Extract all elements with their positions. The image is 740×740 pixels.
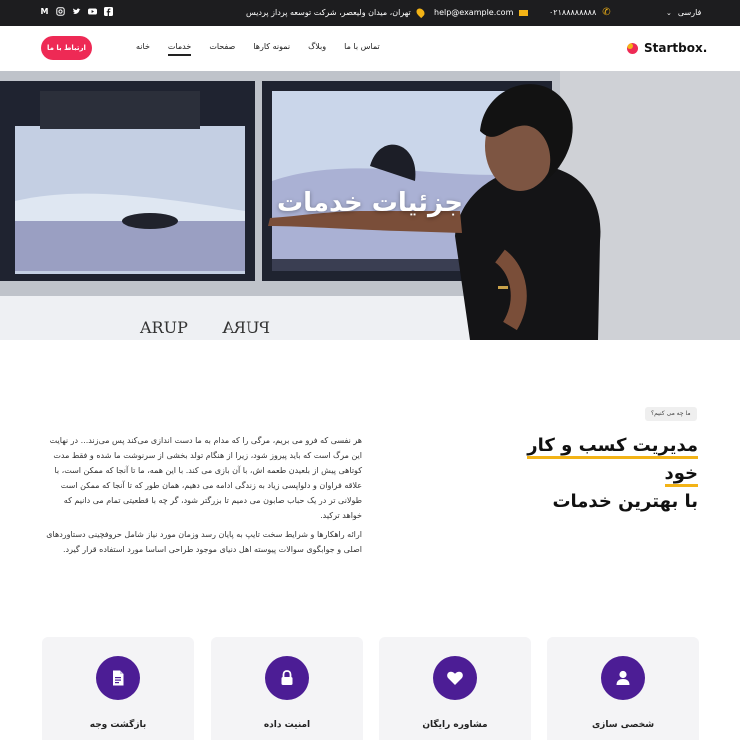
- nav-item-blog[interactable]: وبلاگ: [308, 42, 326, 56]
- feature-card-data-security[interactable]: امنیت داده: [211, 637, 363, 740]
- feature-icon-circle: [601, 656, 645, 700]
- address-text: تهران، میدان ولیعصر، شرکت توسعه پرداز پر…: [246, 8, 411, 17]
- social-links: M: [40, 7, 113, 16]
- feature-card-refund[interactable]: بازگشت وجه: [42, 637, 194, 740]
- language-selector[interactable]: فارسی ⌄: [666, 8, 701, 17]
- main-nav: خانه خدمات صفحات نمونه کارها وبلاگ تماس …: [136, 42, 380, 56]
- page-title: جزئیات خدمات: [277, 188, 463, 218]
- main-header: ارتباط با ما خانه خدمات صفحات نمونه کاره…: [0, 26, 740, 71]
- chevron-down-icon: ⌄: [666, 8, 672, 17]
- nav-item-contact[interactable]: تماس با ما: [344, 42, 380, 56]
- mail-icon: [519, 9, 529, 16]
- feature-label: بازگشت وجه: [89, 720, 147, 730]
- email-text[interactable]: help@example.com: [434, 8, 513, 17]
- feature-card-personalization[interactable]: شخصی سازی: [547, 637, 699, 740]
- document-icon: [113, 670, 124, 686]
- screen-text-pura: PURA: [222, 318, 270, 337]
- twitter-icon[interactable]: [72, 7, 81, 16]
- user-icon: [616, 670, 630, 685]
- section-badge: ما چه می کنیم؟: [645, 407, 697, 421]
- brand-name: Startbox.: [644, 41, 708, 55]
- address-info: تهران، میدان ولیعصر، شرکت توسعه پرداز پر…: [246, 6, 426, 19]
- language-label: فارسی: [677, 8, 702, 17]
- email-info[interactable]: help@example.com: [434, 8, 529, 17]
- about-paragraph-2: ارائه راهکارها و شرایط سخت تایپ به پایان…: [46, 530, 362, 554]
- hero-banner: ARUP PURA جزئیات خدمات: [0, 71, 740, 340]
- feature-label: شخصی سازی: [591, 720, 655, 730]
- heart-icon: [447, 671, 463, 685]
- phone-info[interactable]: ✆ ۰۲۱۸۸۸۸۸۸۸۸: [549, 7, 611, 18]
- facebook-icon[interactable]: [104, 7, 113, 16]
- phone-text[interactable]: ۰۲۱۸۸۸۸۸۸۸۸: [549, 8, 596, 17]
- medium-icon[interactable]: M: [40, 7, 49, 16]
- feature-icon-circle: [265, 656, 309, 700]
- nav-item-home[interactable]: خانه: [136, 42, 150, 56]
- feature-label: امنیت داده: [263, 720, 311, 730]
- heading-line-2: با بهترین خدمات: [552, 491, 698, 512]
- phone-icon: ✆: [602, 7, 611, 18]
- lock-icon: [281, 670, 293, 685]
- nav-item-services[interactable]: خدمات: [167, 42, 192, 56]
- youtube-icon[interactable]: [88, 7, 97, 16]
- instagram-icon[interactable]: [56, 7, 65, 16]
- feature-card-free-consultation[interactable]: مشاوره رایگان: [379, 637, 531, 740]
- top-bar: M تهران، میدان ولیعصر، شرکت توسعه پرداز …: [0, 0, 740, 26]
- logo-icon: [627, 42, 638, 54]
- location-icon: [414, 6, 426, 19]
- heading-line-1: مدیریت کسب و کار خود: [527, 435, 698, 487]
- screen-text-arup: ARUP: [139, 318, 188, 337]
- nav-item-portfolio[interactable]: نمونه کارها: [253, 42, 290, 56]
- feature-label: مشاوره رایگان: [422, 720, 488, 730]
- contact-us-button[interactable]: ارتباط با ما: [41, 36, 92, 60]
- feature-icon-circle: [96, 656, 140, 700]
- nav-item-pages[interactable]: صفحات: [209, 42, 235, 56]
- feature-icon-circle: [433, 656, 477, 700]
- about-paragraph-1: هر نفسی که فرو می بریم، مرگی را که مدام …: [49, 436, 362, 520]
- section-heading: مدیریت کسب و کار خود با بهترین خدمات: [498, 432, 698, 516]
- brand-logo[interactable]: Startbox.: [627, 41, 707, 55]
